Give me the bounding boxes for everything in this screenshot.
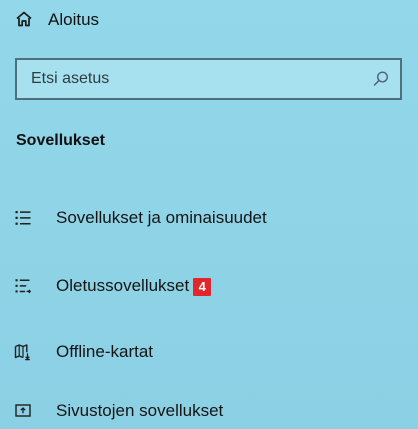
nav-item-apps-features[interactable]: Sovellukset ja ominaisuudet <box>12 203 412 233</box>
home-link[interactable]: Aloitus <box>14 6 99 32</box>
offline-maps-icon <box>12 341 34 363</box>
nav-item-label: Sivustojen sovellukset <box>56 401 224 420</box>
nav-item-offline-maps[interactable]: Offline-kartat <box>12 337 412 367</box>
apps-for-websites-icon <box>12 400 34 422</box>
settings-sidebar: Aloitus Sovellukset Sovellukset ja omina… <box>0 0 418 429</box>
default-apps-label: Oletussovellukset <box>56 276 190 295</box>
section-title: Sovellukset <box>16 132 105 149</box>
nav-item-default-apps[interactable]: Oletussovellukset 4 <box>12 271 412 301</box>
search-box[interactable] <box>15 58 402 100</box>
search-input[interactable] <box>31 70 372 88</box>
nav-item-label: Sovellukset ja ominaisuudet <box>56 208 267 227</box>
home-icon <box>14 9 34 29</box>
annotation-badge: 4 <box>193 277 212 296</box>
nav-item-apps-for-websites[interactable]: Sivustojen sovellukset <box>12 396 412 426</box>
default-apps-icon <box>12 275 34 297</box>
nav-item-label: Oletussovellukset 4 <box>56 276 212 296</box>
search-icon[interactable] <box>372 70 390 88</box>
home-label: Aloitus <box>48 9 100 29</box>
nav-item-label: Offline-kartat <box>56 342 154 361</box>
apps-features-icon <box>12 207 34 229</box>
